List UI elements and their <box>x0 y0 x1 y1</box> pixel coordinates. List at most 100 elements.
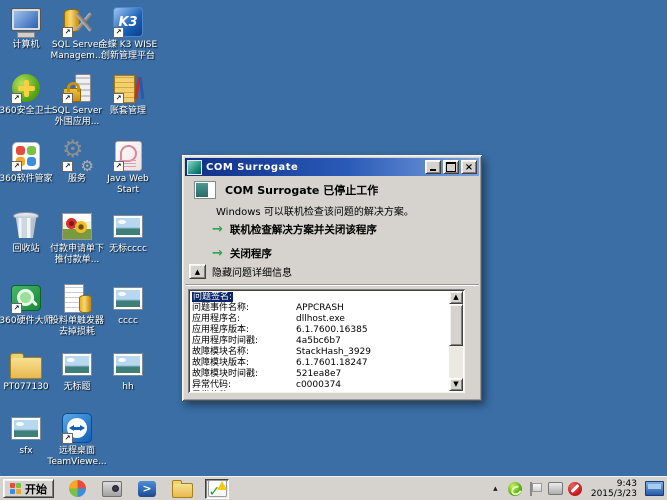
dialog-subtext: Windows 可以联机检查该问题的解决方案。 <box>216 203 414 218</box>
desktop-icon-ledger-management[interactable]: ↗账套管理 <box>102 72 154 117</box>
check-online-solution-link[interactable]: → 联机检查解决方案并关闭该程序 <box>212 222 377 237</box>
device-icon[interactable] <box>548 481 563 497</box>
detail-value: dllhost.exe <box>296 314 345 324</box>
desktop-icon-label: 金蝶 K3 WISE 创新管理平台 <box>88 40 168 62</box>
taskbar: 开始 >✓ ▴ 9:43 2015/3/23 <box>0 476 667 500</box>
shortcut-arrow-icon: ↗ <box>62 93 73 104</box>
scrollbar-thumb[interactable] <box>449 304 463 346</box>
detail-value: StackHash_3929 <box>296 347 371 357</box>
detail-value: 4a5bc6b7 <box>296 336 341 346</box>
action-center-flag-icon[interactable] <box>528 481 543 497</box>
problem-signature-text: 问题签名: <box>192 292 233 302</box>
desktop-icon-label: hh <box>88 382 168 393</box>
dialog-title: COM Surrogate <box>206 162 425 173</box>
windows-logo-icon <box>10 483 21 494</box>
dialog-titlebar[interactable]: COM Surrogate × <box>185 158 479 176</box>
details-scrollbar[interactable]: ▲ ▼ <box>449 291 463 391</box>
dialog-header: COM Surrogate 已停止工作 <box>194 181 378 199</box>
start-button[interactable]: 开始 <box>3 479 54 498</box>
java-web-start-icon: ↗ <box>112 140 144 172</box>
dialog-title-icon <box>187 160 202 175</box>
360-safe-icon: ↗ <box>10 72 42 104</box>
show-desktop-button[interactable] <box>645 481 664 496</box>
notification-muted-icon[interactable] <box>568 481 583 497</box>
com-surrogate-dialog: COM Surrogate × COM Surrogate 已停止工作 Wind… <box>182 155 482 401</box>
360-software-manager-icon: ↗ <box>10 140 42 172</box>
desktop-icon-hh[interactable]: hh <box>102 348 154 393</box>
green-arrow-icon: → <box>212 224 223 236</box>
maximize-icon <box>446 162 456 172</box>
shortcut-arrow-icon: ↗ <box>62 433 73 444</box>
detail-row: 异常代码:c0000374 <box>192 380 447 391</box>
explorer-button[interactable] <box>170 479 194 499</box>
payment-request-doc-icon <box>61 210 93 242</box>
close-program-link[interactable]: → 关闭程序 <box>212 246 272 261</box>
problem-details-panel: 问题签名: 问题事件名称:APPCRASH应用程序名:dllhost.exe应用… <box>188 289 465 393</box>
detail-value: 521ea8e7 <box>296 369 341 379</box>
separator <box>185 284 479 286</box>
desktop-icon-material-trigger-doc[interactable]: 投料单触发器 去掉损耗 <box>51 282 103 338</box>
360-tray-icon[interactable] <box>508 481 523 497</box>
sql-server-config-icon: ↗ <box>61 72 93 104</box>
shortcut-arrow-icon: ↗ <box>113 93 124 104</box>
material-trigger-doc-icon <box>61 282 93 314</box>
detail-label: 应用程序版本: <box>192 325 296 336</box>
desktop-icon-payment-request-doc[interactable]: 付款申请单下 推付款单... <box>51 210 103 266</box>
desktop-icon-label: 账套管理 <box>88 106 168 117</box>
desktop-icon-untitled-cccc[interactable]: 无标cccc <box>102 210 154 255</box>
shortcut-arrow-icon: ↗ <box>62 161 73 172</box>
desktop-icon-teamviewer-remote-desktop[interactable]: ↗远程桌面 TeamViewe... <box>51 412 103 468</box>
desktop[interactable]: 计算机↗SQL Server Managem...K3↗金蝶 K3 WISE 创… <box>0 0 667 500</box>
untitled-image-icon <box>61 348 93 380</box>
untitled-cccc-icon <box>112 210 144 242</box>
scroll-up-button[interactable]: ▲ <box>449 291 463 304</box>
desktop-icon-label: Java Web Start <box>88 174 168 196</box>
quick-launch-bar: >✓ <box>65 479 229 499</box>
shortcut-arrow-icon: ↗ <box>62 27 73 38</box>
detail-row: 故障模块版本:6.1.7601.18247 <box>192 358 447 369</box>
clock-time: 9:43 <box>591 479 637 489</box>
desktop-icon-label: cccc <box>88 316 168 327</box>
desktop-icon-label: 无标cccc <box>88 244 168 255</box>
360-launcher-button[interactable] <box>65 479 89 499</box>
powershell-button[interactable]: > <box>135 479 159 499</box>
green-arrow-icon: → <box>212 248 223 260</box>
computer-icon <box>10 6 42 38</box>
hh-icon <box>112 348 144 380</box>
services-icon: ⚙⚙↗ <box>61 140 93 172</box>
details-toggle-row: ▲ 隐藏问题详细信息 <box>189 264 292 279</box>
detail-row: 问题事件名称:APPCRASH <box>192 303 447 314</box>
maximize-button[interactable] <box>443 160 459 174</box>
server-manager-button[interactable] <box>100 479 124 499</box>
scroll-down-button[interactable]: ▼ <box>449 378 463 391</box>
detail-row: 应用程序版本:6.1.7600.16385 <box>192 325 447 336</box>
detail-value: 6.1.7600.16385 <box>296 325 368 335</box>
clock-date: 2015/3/23 <box>591 489 637 499</box>
minimize-button[interactable] <box>425 160 441 174</box>
close-button[interactable]: × <box>461 160 477 174</box>
collapse-details-button[interactable]: ▲ <box>189 264 206 279</box>
ledger-management-icon: ↗ <box>112 72 144 104</box>
taskbar-clock[interactable]: 9:43 2015/3/23 <box>591 479 637 499</box>
desktop-icon-sql-server-config[interactable]: ↗SQL Server 外围应用... <box>51 72 103 128</box>
window-controls: × <box>425 160 477 174</box>
problem-details-list: 问题签名: 问题事件名称:APPCRASH应用程序名:dllhost.exe应用… <box>192 292 447 391</box>
details-toggle-label[interactable]: 隐藏问题详细信息 <box>212 264 292 279</box>
desktop-icon-k3-wise[interactable]: K3↗金蝶 K3 WISE 创新管理平台 <box>102 6 154 62</box>
com-surrogate-error-task-button[interactable]: ✓ <box>205 479 229 499</box>
desktop-icon-java-web-start[interactable]: ↗Java Web Start <box>102 140 154 196</box>
link-label: 关闭程序 <box>230 246 272 261</box>
desktop-icon-cccc[interactable]: cccc <box>102 282 154 327</box>
detail-label: 故障模块名称: <box>192 347 296 358</box>
shortcut-arrow-icon: ↗ <box>11 161 22 172</box>
detail-row: 应用程序时间戳:4a5bc6b7 <box>192 336 447 347</box>
teamviewer-remote-desktop-icon: ↗ <box>61 412 93 444</box>
detail-label: 故障模块版本: <box>192 358 296 369</box>
recycle-bin-icon <box>10 210 42 242</box>
detail-label: 应用程序名: <box>192 314 296 325</box>
sql-server-management-icon: ↗ <box>61 6 93 38</box>
detail-row: 应用程序名:dllhost.exe <box>192 314 447 325</box>
show-hidden-icons-icon[interactable]: ▴ <box>488 481 503 497</box>
cccc-icon <box>112 282 144 314</box>
detail-label: 异常代码: <box>192 380 296 391</box>
